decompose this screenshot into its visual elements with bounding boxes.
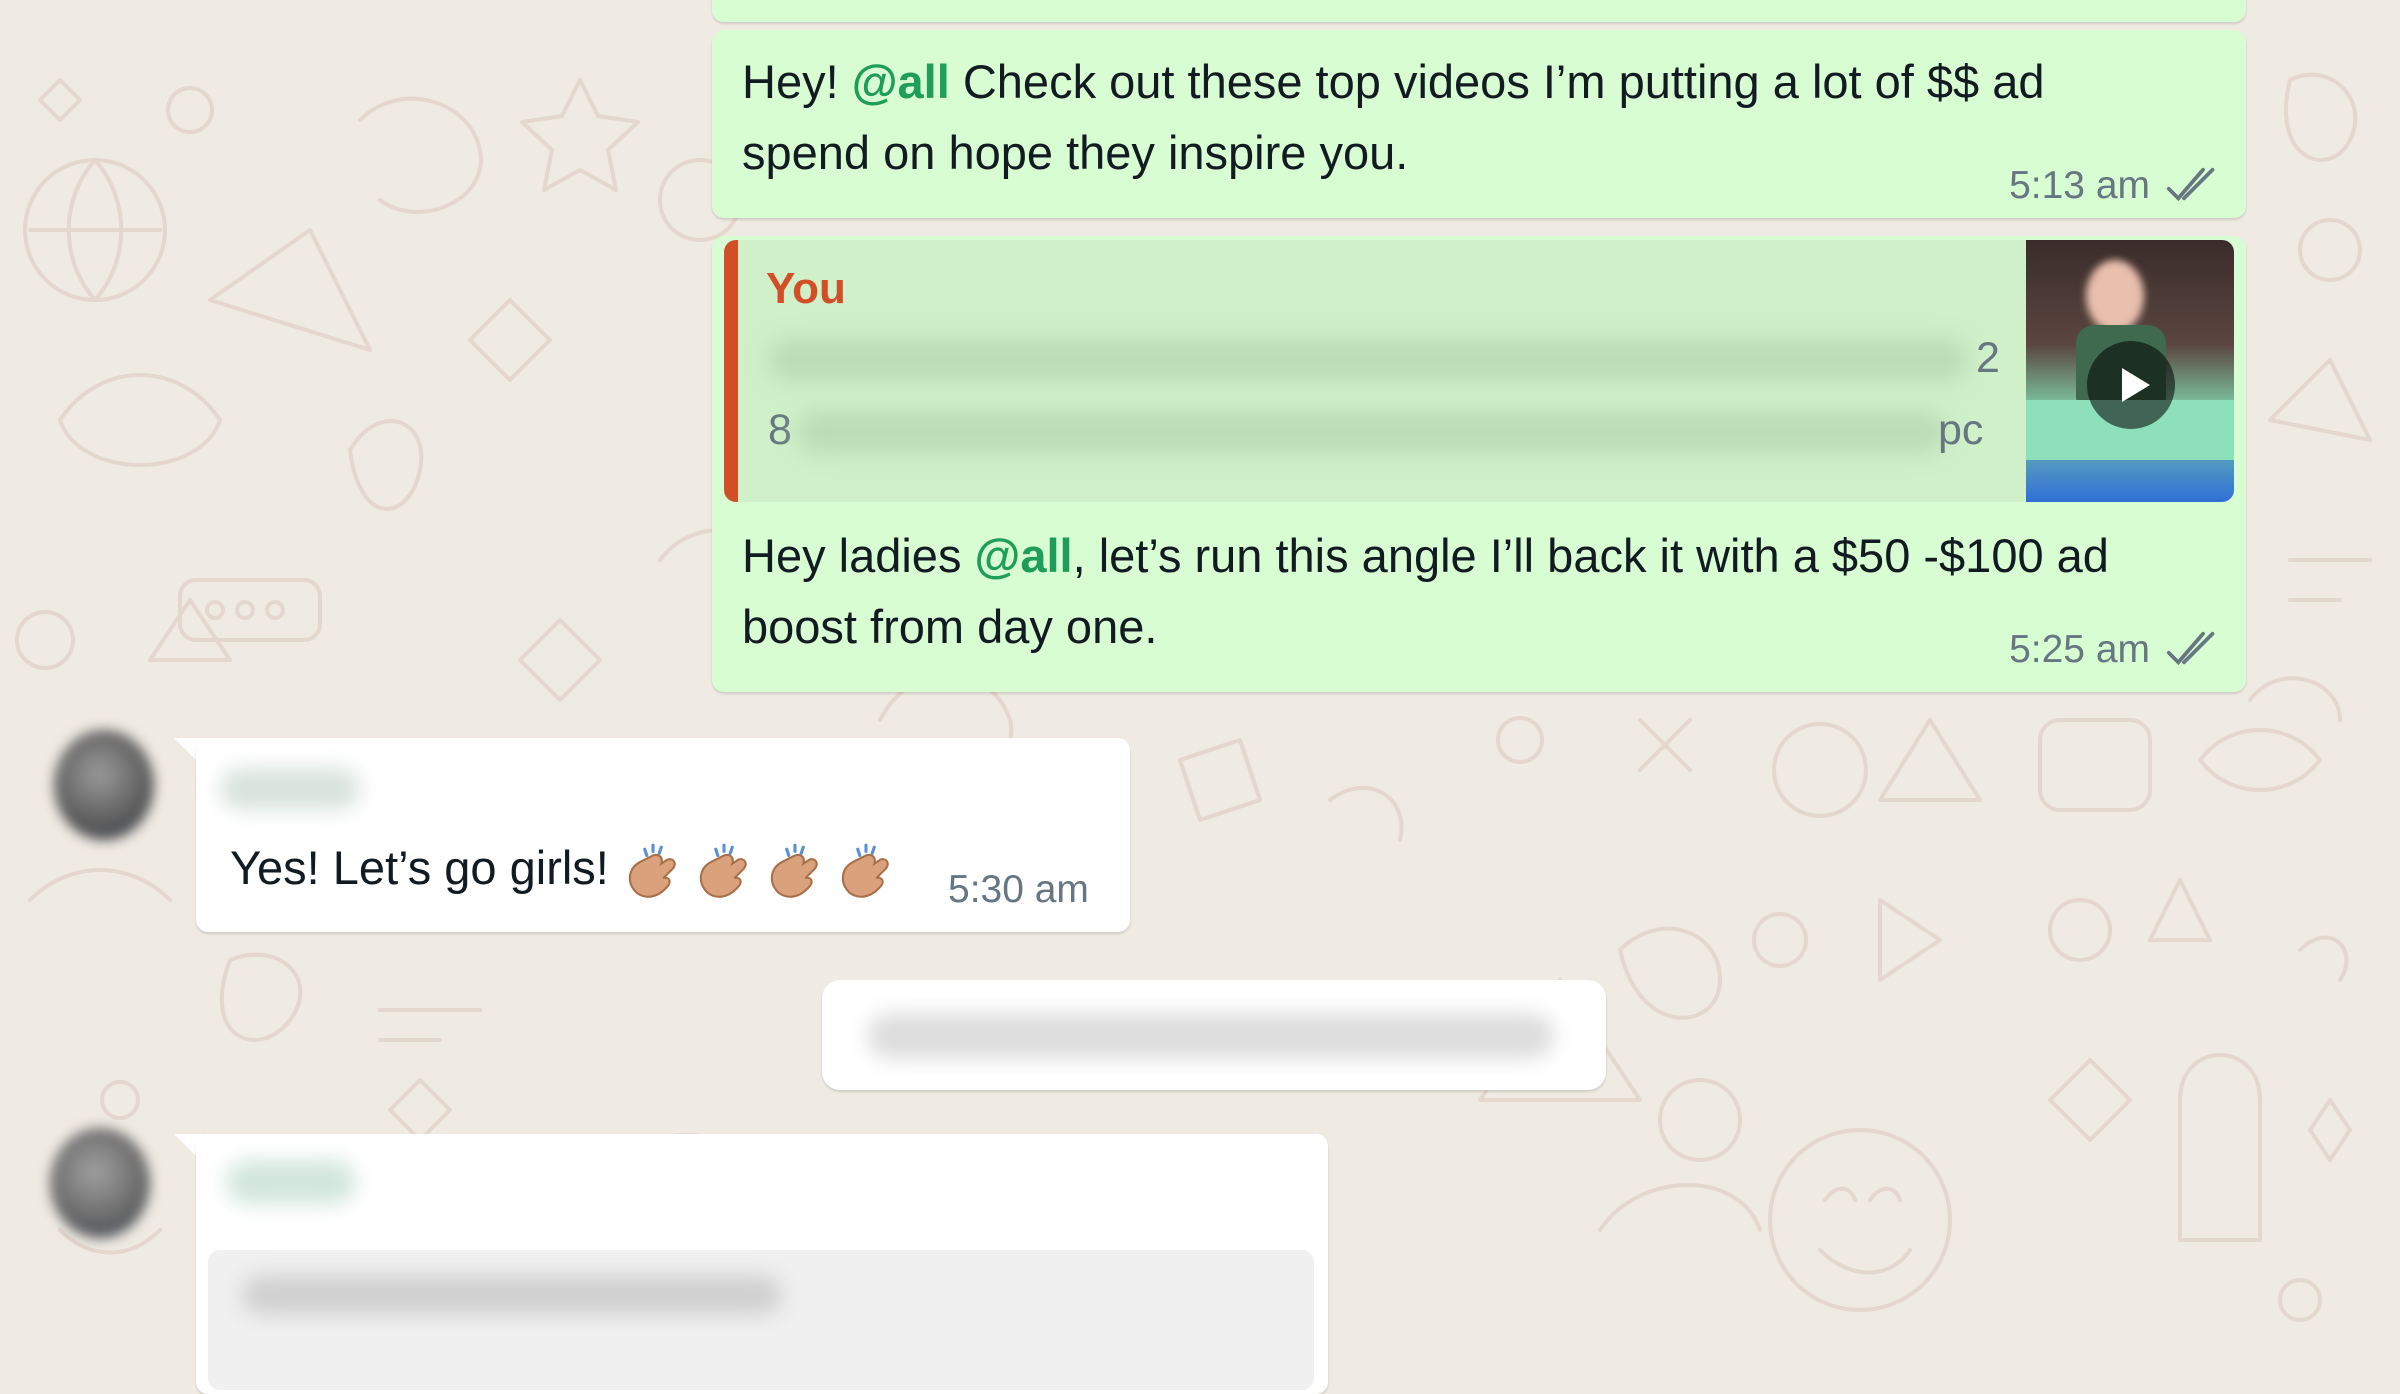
- clapping-hands-icon: [841, 843, 889, 898]
- message-bubble-incoming[interactable]: [196, 1134, 1328, 1394]
- redacted-notice-text: [868, 1014, 1554, 1058]
- mention-tag[interactable]: @all: [852, 55, 950, 108]
- video-thumbnail[interactable]: [2026, 240, 2234, 502]
- mention-tag[interactable]: @all: [975, 529, 1073, 582]
- message-timestamp: 5:25 am: [2009, 628, 2150, 671]
- quote-author: You: [766, 264, 846, 313]
- avatar[interactable]: [54, 730, 154, 840]
- message-text: Yes! Let’s go girls!: [230, 832, 906, 903]
- message-text: Hey! @all Check out these top videos I’m…: [742, 55, 2045, 179]
- quote-line2-start: 8: [768, 406, 792, 454]
- system-notice: [822, 980, 1606, 1090]
- quote-line1-end: 2: [1976, 334, 2000, 382]
- message-bubble-outgoing-reply[interactable]: You 2 8 pc Hey ladies @all, let’s run th…: [712, 236, 2246, 692]
- message-text: Hey ladies @all, let’s run this angle I’…: [742, 529, 2109, 653]
- redacted-sender-name: [220, 768, 360, 810]
- redacted-quote-line: [768, 338, 1968, 382]
- redacted-quote-line: [796, 410, 1946, 454]
- redacted-sender-name: [226, 1160, 356, 1204]
- quote-bar: [724, 240, 738, 502]
- redacted-quote-line: [242, 1276, 782, 1314]
- message-bubble-outgoing[interactable]: Hey! @all Check out these top videos I’m…: [712, 30, 2246, 218]
- avatar[interactable]: [50, 1128, 150, 1238]
- message-timestamp: 5:30 am: [948, 868, 1089, 911]
- play-icon[interactable]: [2086, 340, 2176, 430]
- message-timestamp: 5:13 am: [2009, 164, 2150, 207]
- clapping-hands-icon: [770, 843, 818, 898]
- clapping-hands-icon: [628, 843, 676, 898]
- quoted-message[interactable]: [208, 1250, 1314, 1390]
- previous-message-bubble[interactable]: [712, 0, 2246, 22]
- clap-emoji-group: [622, 841, 906, 898]
- quoted-message[interactable]: You 2 8 pc: [724, 240, 2234, 502]
- message-bubble-incoming[interactable]: Yes! Let’s go girls! 5:30 am: [196, 738, 1130, 932]
- double-check-icon: [2166, 167, 2215, 202]
- double-check-icon: [2166, 631, 2215, 666]
- clapping-hands-icon: [699, 843, 747, 898]
- quote-line2-end: pc: [1938, 406, 1984, 454]
